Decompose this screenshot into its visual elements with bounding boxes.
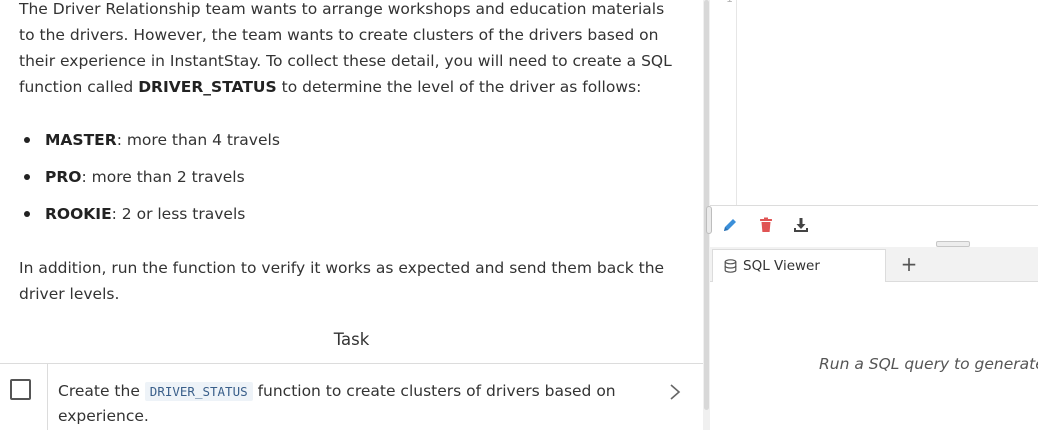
database-icon: [724, 259, 737, 273]
driver-levels-list: MASTER: more than 4 travels PRO: more th…: [24, 127, 280, 238]
level-desc: : more than 2 travels: [81, 168, 245, 186]
function-name: DRIVER_STATUS: [138, 78, 277, 96]
tab-label: SQL Viewer: [743, 258, 820, 274]
tab-sql-viewer[interactable]: SQL Viewer: [712, 249, 886, 282]
task-description: Create the DRIVER_STATUS function to cre…: [58, 379, 618, 429]
chevron-right-icon[interactable]: [668, 382, 682, 402]
level-name: MASTER: [45, 131, 117, 149]
results-tabbar: SQL Viewer +: [710, 247, 1038, 282]
download-icon[interactable]: [792, 216, 810, 234]
level-desc: : 2 or less travels: [111, 205, 246, 223]
list-item: MASTER: more than 4 travels: [24, 127, 280, 164]
resize-grip[interactable]: [706, 206, 712, 234]
sql-editor[interactable]: 1: [710, 0, 1038, 205]
pencil-icon[interactable]: [721, 216, 739, 234]
bullet-icon: [24, 137, 30, 143]
addition-paragraph: In addition, run the function to verify …: [19, 259, 665, 303]
task-text-before: Create the: [58, 382, 145, 400]
level-name: PRO: [45, 168, 82, 186]
list-item: PRO: more than 2 travels: [24, 164, 280, 201]
divider: [47, 364, 48, 430]
bullet-icon: [24, 211, 30, 217]
task-header: Task: [333, 330, 370, 349]
scrollbar-thumb[interactable]: [704, 0, 709, 410]
editor-gutter: 1: [710, 0, 737, 205]
workspace-pane: 1: [710, 0, 1038, 430]
task-row[interactable]: Create the DRIVER_STATUS function to cre…: [0, 364, 703, 430]
bullet-icon: [24, 174, 30, 180]
task-checkbox[interactable]: [10, 379, 31, 400]
trash-icon[interactable]: [757, 216, 775, 234]
level-name: ROOKIE: [45, 205, 112, 223]
level-desc: : more than 4 travels: [116, 131, 280, 149]
intro-text-2: to determine the level of the driver as …: [276, 78, 642, 96]
line-number: 1: [726, 0, 733, 5]
intro-paragraph: The Driver Relationship team wants to ar…: [19, 0, 679, 100]
editor-toolbar: [710, 206, 1038, 242]
add-tab-button[interactable]: +: [899, 252, 919, 276]
results-placeholder: Run a SQL query to generate: [819, 355, 1038, 373]
list-item: ROOKIE: 2 or less travels: [24, 201, 280, 238]
instructions-pane: The Driver Relationship team wants to ar…: [0, 0, 703, 430]
task-code: DRIVER_STATUS: [144, 382, 253, 401]
